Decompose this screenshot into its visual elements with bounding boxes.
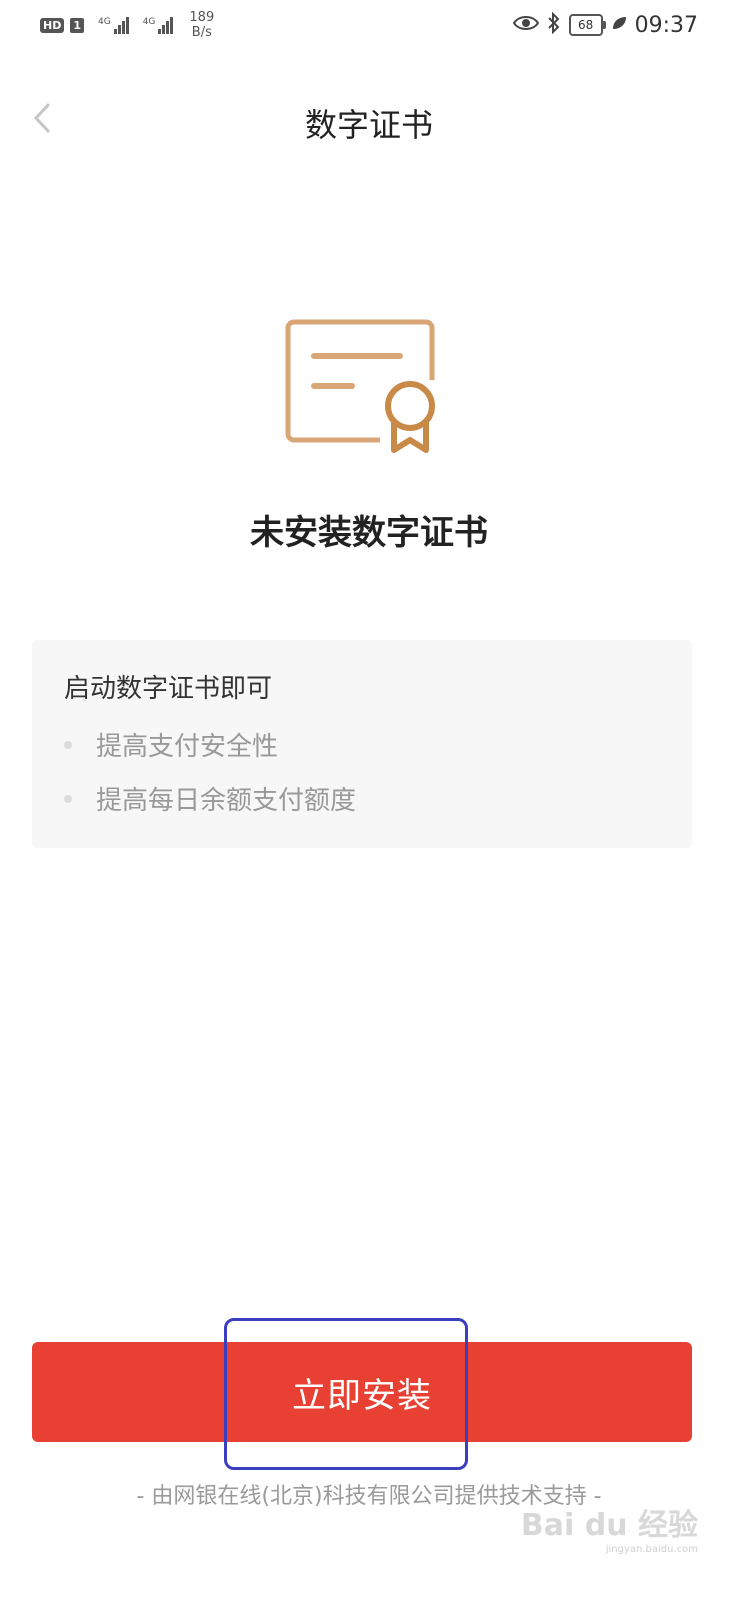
eye-icon	[512, 14, 539, 36]
signal-2-icon: 4G	[143, 16, 174, 34]
page-title: 数字证书	[304, 106, 433, 144]
signal-1-icon: 4G	[98, 16, 129, 34]
bullet-dot	[64, 740, 72, 749]
certificate-icon	[284, 318, 442, 458]
hd-badge: HD	[40, 17, 65, 33]
list-item: 提高支付安全性	[64, 726, 278, 763]
card-title: 启动数字证书即可	[64, 674, 273, 704]
status-right: 68 09:37	[512, 11, 698, 38]
status-bar: HD 1 4G 4G 189 B/s 68 09:37	[0, 0, 738, 56]
network-speed: 189 B/s	[189, 10, 215, 40]
install-now-button[interactable]: 立即安装	[32, 1342, 692, 1442]
list-item: 提高每日余额支付额度	[64, 780, 356, 817]
leaf-icon	[611, 15, 627, 35]
clock: 09:37	[634, 12, 698, 38]
battery-icon: 68	[568, 14, 606, 36]
watermark: Bai du 经验 jingyan.baidu.com	[520, 1508, 698, 1555]
info-card: 启动数字证书即可 提高支付安全性 提高每日余额支付额度	[32, 640, 692, 848]
bullet-dot	[64, 794, 72, 803]
certificate-status-title: 未安装数字证书	[250, 513, 488, 553]
sim-badge: 1	[70, 17, 84, 33]
bluetooth-icon	[547, 11, 561, 38]
status-left: HD 1 4G 4G 189 B/s	[40, 10, 214, 40]
nav-bar: 数字证书	[0, 90, 738, 150]
install-button-label: 立即安装	[292, 1375, 432, 1416]
